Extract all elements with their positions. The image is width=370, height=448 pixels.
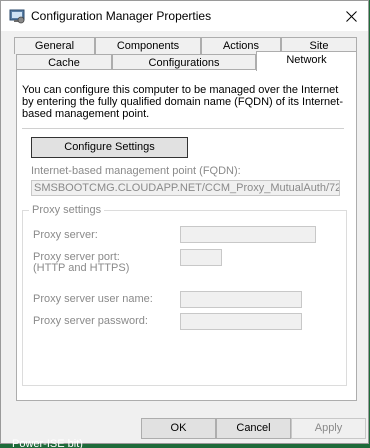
- background-text: Power-ISE bit): [12, 438, 83, 448]
- tab-cache-label: Cache: [48, 57, 80, 69]
- tab-network-label: Network: [286, 54, 327, 66]
- tab-components[interactable]: Components: [95, 37, 201, 54]
- tab-components-label: Components: [116, 40, 180, 52]
- configuration-manager-icon: [9, 9, 25, 24]
- title-bar[interactable]: Configuration Manager Properties: [1, 1, 368, 31]
- tab-general-label: General: [34, 40, 75, 52]
- proxy-user-field[interactable]: [180, 291, 302, 308]
- proxy-password-label: Proxy server password:: [33, 315, 148, 327]
- separator: [22, 128, 344, 129]
- network-description: You can configure this computer to be ma…: [22, 84, 343, 120]
- proxy-user-label: Proxy server user name:: [33, 293, 153, 305]
- cancel-button[interactable]: Cancel: [216, 418, 291, 439]
- proxy-port-sublabel: (HTTP and HTTPS): [33, 262, 130, 274]
- tab-configurations-label: Configurations: [148, 57, 220, 69]
- tab-network[interactable]: Network: [256, 51, 357, 71]
- proxy-server-field[interactable]: [180, 226, 316, 243]
- close-button[interactable]: [334, 1, 368, 31]
- proxy-settings-title: Proxy settings: [29, 204, 105, 216]
- fqdn-label: Internet-based management point (FQDN):: [31, 165, 241, 177]
- properties-window: Configuration Manager Properties General…: [0, 0, 369, 444]
- proxy-server-label: Proxy server:: [33, 229, 98, 241]
- tab-general[interactable]: General: [14, 37, 95, 54]
- configure-settings-button[interactable]: Configure Settings: [31, 137, 188, 158]
- close-icon: [345, 10, 357, 22]
- ok-button[interactable]: OK: [141, 418, 216, 439]
- tab-actions-label: Actions: [222, 40, 260, 52]
- window-title: Configuration Manager Properties: [31, 9, 212, 23]
- proxy-password-field[interactable]: [180, 313, 302, 330]
- apply-button[interactable]: Apply: [291, 418, 366, 439]
- proxy-port-field[interactable]: [180, 249, 222, 266]
- fqdn-field[interactable]: SMSBOOTCMG.CLOUDAPP.NET/CCM_Proxy_Mutual…: [31, 180, 340, 196]
